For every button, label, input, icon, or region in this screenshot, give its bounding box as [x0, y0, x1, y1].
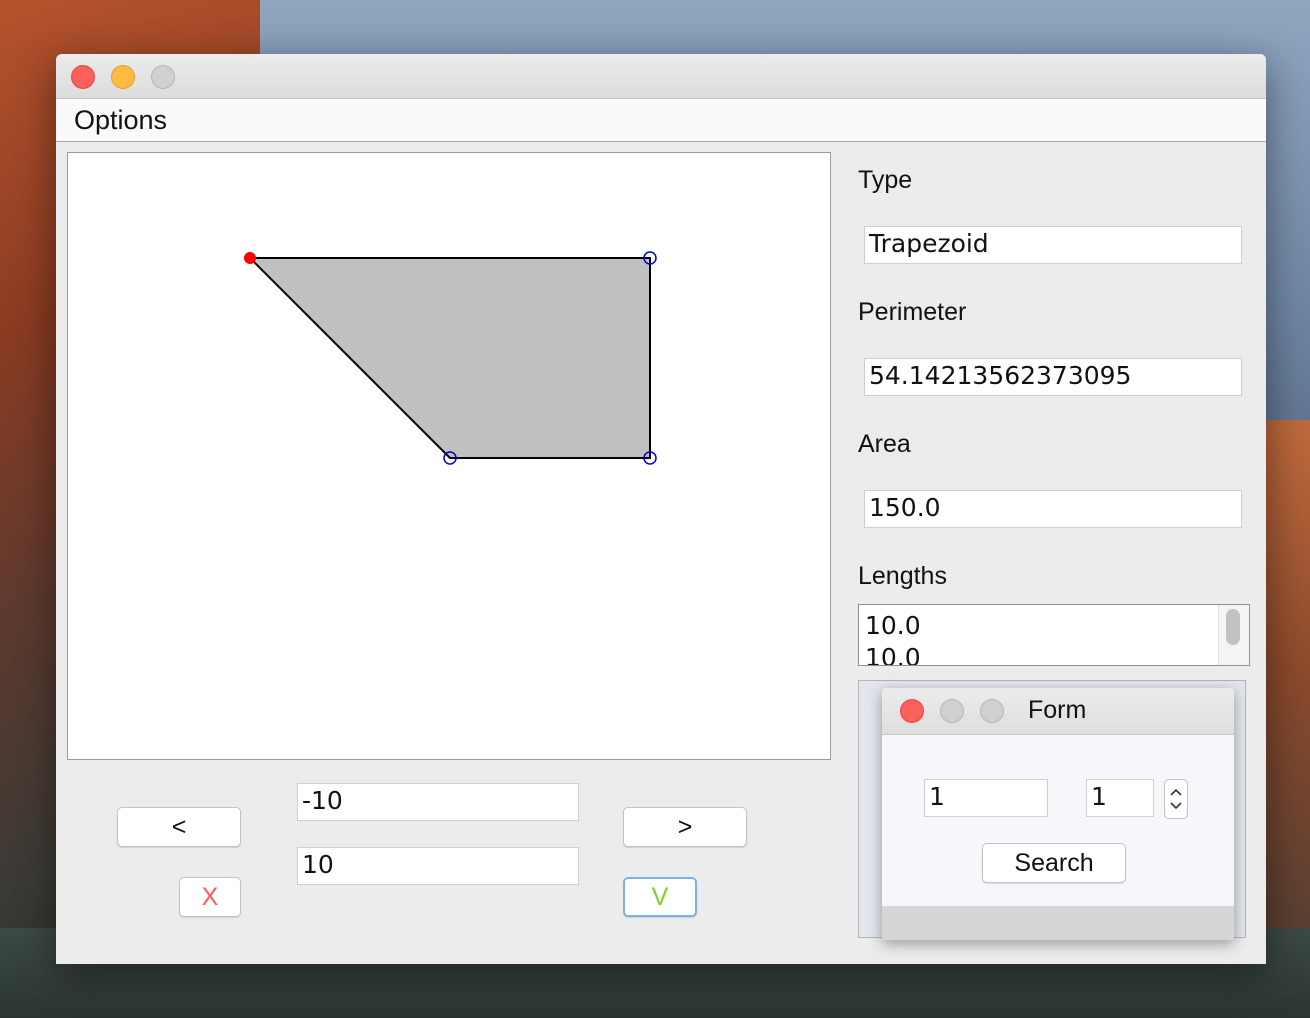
y-coordinate-field[interactable]: 10: [297, 847, 579, 885]
area-label: Area: [858, 430, 911, 458]
form-spinner-field[interactable]: 1: [1086, 779, 1154, 817]
form-status-bar: [882, 906, 1234, 940]
x-coordinate-field[interactable]: -10: [297, 783, 579, 821]
form-window: Form 1 1 Search: [882, 688, 1234, 940]
type-label: Type: [858, 166, 913, 194]
window-titlebar[interactable]: [56, 54, 1266, 99]
perimeter-field[interactable]: 54.14213562373095: [864, 358, 1242, 396]
form-text-field[interactable]: 1: [924, 779, 1048, 817]
spinner-arrows-icon: [1170, 788, 1182, 810]
cancel-button[interactable]: X: [179, 877, 241, 917]
zoom-window-button[interactable]: [151, 65, 175, 89]
list-item: 10.0: [865, 611, 921, 640]
confirm-button[interactable]: V: [623, 877, 697, 917]
selected-vertex[interactable]: [244, 252, 256, 264]
trapezoid-shape[interactable]: [247, 257, 651, 459]
type-field[interactable]: Trapezoid: [864, 226, 1242, 264]
list-item: 10.0: [865, 643, 921, 666]
menu-bar: Options: [56, 99, 1266, 142]
menu-options[interactable]: Options: [74, 99, 167, 141]
spinner-arrows[interactable]: [1164, 779, 1188, 819]
lengths-scrollbar[interactable]: [1218, 605, 1249, 665]
form-minimize-button[interactable]: [940, 699, 964, 723]
form-close-button[interactable]: [900, 699, 924, 723]
area-field[interactable]: 150.0: [864, 490, 1242, 528]
lengths-label: Lengths: [858, 562, 947, 590]
form-zoom-button[interactable]: [980, 699, 1004, 723]
lengths-list[interactable]: 10.0 10.0: [858, 604, 1250, 666]
perimeter-label: Perimeter: [858, 298, 967, 326]
next-button[interactable]: >: [623, 807, 747, 847]
previous-button[interactable]: <: [117, 807, 241, 847]
search-button[interactable]: Search: [982, 843, 1126, 883]
shape-drawing: [244, 251, 657, 465]
form-titlebar[interactable]: Form: [882, 688, 1234, 735]
form-title: Form: [1028, 696, 1087, 724]
close-window-button[interactable]: [71, 65, 95, 89]
minimize-window-button[interactable]: [111, 65, 135, 89]
drawing-canvas[interactable]: [67, 152, 831, 760]
main-window: Options Type Trapezoid Perimeter 54.1421…: [56, 54, 1266, 964]
scroll-thumb[interactable]: [1226, 609, 1240, 645]
